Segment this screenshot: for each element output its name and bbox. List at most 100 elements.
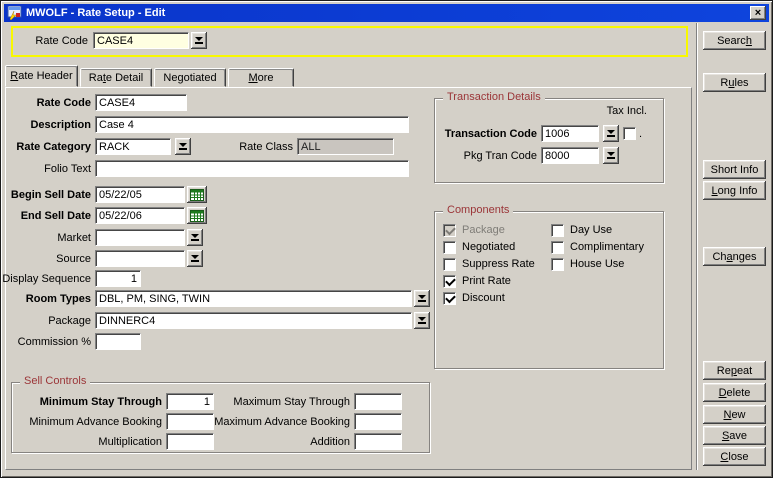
description-input[interactable] bbox=[95, 116, 409, 133]
discount-component-row: Discount bbox=[443, 291, 505, 305]
print-rate-checkbox[interactable] bbox=[443, 275, 456, 288]
rate-category-label: Rate Category bbox=[1, 141, 95, 153]
transaction-code-input[interactable] bbox=[541, 125, 599, 142]
changes-button[interactable]: Changes bbox=[703, 247, 766, 266]
rate-category-lov-button[interactable] bbox=[175, 138, 191, 155]
pkg-tran-code-label: Pkg Tran Code bbox=[439, 150, 541, 162]
components-title: Components bbox=[443, 204, 513, 216]
begin-sell-date-row: Begin Sell Date bbox=[1, 186, 207, 203]
suppress-rate-checkbox-label: Suppress Rate bbox=[462, 258, 535, 270]
tab-negotiated[interactable]: Negotiated bbox=[154, 68, 226, 87]
market-row: Market bbox=[1, 229, 203, 246]
rate-code-highlight-box: Rate Code bbox=[11, 26, 688, 57]
rate-code-row: Rate Code bbox=[1, 94, 187, 111]
tab-bar: Rate Header Rate Detail Negotiated More bbox=[5, 65, 296, 87]
minimum-advance-booking-input[interactable] bbox=[166, 413, 214, 430]
pkg-tran-code-lov-button[interactable] bbox=[603, 147, 619, 164]
rate-category-row: Rate Category Rate Class bbox=[1, 138, 394, 155]
suppress-rate-checkbox[interactable] bbox=[443, 258, 456, 271]
display-sequence-input[interactable] bbox=[95, 270, 141, 287]
short-info-button[interactable]: Short Info bbox=[703, 160, 766, 179]
pkg-tran-code-input[interactable] bbox=[541, 147, 599, 164]
room-types-input[interactable] bbox=[95, 290, 412, 307]
begin-sell-date-label: Begin Sell Date bbox=[1, 189, 95, 201]
package-input[interactable] bbox=[95, 312, 412, 329]
complimentary-checkbox-label: Complimentary bbox=[570, 241, 644, 253]
components-group: Components Package Negotiated Suppress R… bbox=[434, 211, 664, 369]
sell-controls-title: Sell Controls bbox=[20, 375, 90, 387]
negotiated-component-row: Negotiated bbox=[443, 240, 515, 254]
house-use-checkbox-label: House Use bbox=[570, 258, 624, 270]
package-component-row: Package bbox=[443, 223, 505, 237]
sell-controls-group: Sell Controls Minimum Stay Through Maxim… bbox=[11, 382, 430, 453]
folio-text-row: Folio Text bbox=[1, 160, 409, 177]
long-info-button[interactable]: Long Info bbox=[703, 181, 766, 200]
addition-input[interactable] bbox=[354, 433, 402, 450]
tax-incl-checkbox[interactable] bbox=[623, 127, 636, 140]
tab-rate-detail[interactable]: Rate Detail bbox=[80, 68, 152, 87]
transaction-details-title: Transaction Details bbox=[443, 91, 545, 103]
house-use-checkbox[interactable] bbox=[551, 258, 564, 271]
market-input[interactable] bbox=[95, 229, 185, 246]
rate-code-input[interactable] bbox=[95, 94, 187, 111]
search-button[interactable]: Search bbox=[703, 31, 766, 50]
maximum-stay-through-input[interactable] bbox=[354, 393, 402, 410]
begin-sell-date-calendar-icon[interactable] bbox=[187, 186, 207, 203]
header-rate-code-input[interactable] bbox=[93, 32, 189, 49]
rate-code-lov-button[interactable] bbox=[191, 32, 207, 49]
title-bar[interactable]: MWOLF - Rate Setup - Edit × bbox=[4, 4, 769, 22]
side-panel-separator bbox=[696, 23, 698, 470]
tax-incl-suffix: . bbox=[639, 128, 642, 140]
rate-setup-window: MWOLF - Rate Setup - Edit × Rate Code Ra… bbox=[0, 0, 773, 478]
package-row: Package bbox=[1, 312, 430, 329]
day-use-checkbox-label: Day Use bbox=[570, 224, 612, 236]
end-sell-date-row: End Sell Date bbox=[1, 207, 207, 224]
market-label: Market bbox=[1, 232, 95, 244]
commission-input[interactable] bbox=[95, 333, 141, 350]
end-sell-date-input[interactable] bbox=[95, 207, 185, 224]
negotiated-checkbox[interactable] bbox=[443, 241, 456, 254]
maximum-stay-through-label: Maximum Stay Through bbox=[214, 396, 354, 408]
print-rate-checkbox-label: Print Rate bbox=[462, 275, 511, 287]
addition-label: Addition bbox=[214, 436, 354, 448]
delete-button[interactable]: Delete bbox=[703, 383, 766, 402]
room-types-lov-button[interactable] bbox=[414, 290, 430, 307]
minimum-stay-through-input[interactable] bbox=[166, 393, 214, 410]
source-lov-button[interactable] bbox=[187, 250, 203, 267]
source-row: Source bbox=[1, 250, 203, 267]
advance-booking-row: Minimum Advance Booking Maximum Advance … bbox=[16, 413, 402, 430]
multiplication-input[interactable] bbox=[166, 433, 214, 450]
display-sequence-row: Display Sequence bbox=[1, 270, 141, 287]
description-label: Description bbox=[1, 119, 95, 131]
folio-text-label: Folio Text bbox=[1, 163, 95, 175]
transaction-code-lov-button[interactable] bbox=[603, 125, 619, 142]
package-lov-button[interactable] bbox=[414, 312, 430, 329]
rules-button[interactable]: Rules bbox=[703, 73, 766, 92]
rate-class-field bbox=[297, 138, 394, 155]
save-button[interactable]: Save bbox=[703, 426, 766, 445]
maximum-advance-booking-input[interactable] bbox=[354, 413, 402, 430]
close-icon[interactable]: × bbox=[750, 6, 766, 20]
discount-checkbox-label: Discount bbox=[462, 292, 505, 304]
rate-category-input[interactable] bbox=[95, 138, 171, 155]
begin-sell-date-input[interactable] bbox=[95, 186, 185, 203]
suppress-rate-component-row: Suppress Rate bbox=[443, 257, 535, 271]
close-button[interactable]: Close bbox=[703, 447, 766, 466]
discount-checkbox[interactable] bbox=[443, 292, 456, 305]
transaction-code-row: Transaction Code . bbox=[439, 125, 642, 142]
maximum-advance-booking-label: Maximum Advance Booking bbox=[214, 416, 354, 428]
tab-rate-header[interactable]: Rate Header bbox=[5, 65, 78, 87]
day-use-checkbox[interactable] bbox=[551, 224, 564, 237]
end-sell-date-calendar-icon[interactable] bbox=[187, 207, 207, 224]
tab-more[interactable]: More bbox=[228, 68, 294, 87]
stay-through-row: Minimum Stay Through Maximum Stay Throug… bbox=[16, 393, 402, 410]
market-lov-button[interactable] bbox=[187, 229, 203, 246]
source-input[interactable] bbox=[95, 250, 185, 267]
new-button[interactable]: New bbox=[703, 405, 766, 424]
header-rate-code-label: Rate Code bbox=[31, 35, 93, 47]
day-use-component-row: Day Use bbox=[551, 223, 612, 237]
folio-text-input[interactable] bbox=[95, 160, 409, 177]
complimentary-checkbox[interactable] bbox=[551, 241, 564, 254]
repeat-button[interactable]: Repeat bbox=[703, 361, 766, 380]
room-types-row: Room Types bbox=[1, 290, 430, 307]
